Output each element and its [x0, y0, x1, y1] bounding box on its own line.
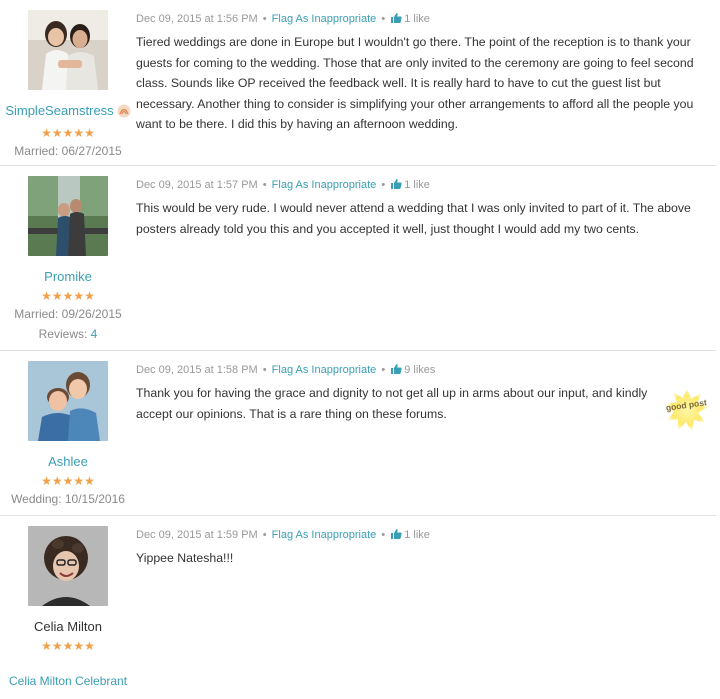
separator-dot: •	[381, 179, 386, 191]
avatar[interactable]	[28, 526, 108, 606]
married-date: Married: 06/27/2015	[14, 144, 122, 158]
like-count[interactable]: 1 like	[404, 179, 430, 191]
comment-post: Promike ★★★★★ Married: 09/26/2015 Review…	[0, 166, 716, 351]
comment-body: This would be very rude. I would never a…	[136, 201, 691, 236]
like-count[interactable]: 9 likes	[404, 364, 435, 376]
comment-content: Dec 09, 2015 at 1:58 PM • Flag As Inappr…	[136, 351, 716, 424]
star-rating: ★★★★★	[41, 289, 95, 303]
shamrock-badge-icon	[117, 104, 131, 122]
wedding-date: Wedding: 10/15/2016	[11, 492, 125, 506]
comment-body: Yippee Natesha!!!	[136, 551, 234, 565]
reviews-link[interactable]: 4	[91, 327, 98, 341]
comment-post: SimpleSeamstress ★★★★★ Married: 06/27/20…	[0, 0, 716, 166]
reviews-label: Reviews:	[38, 327, 91, 341]
comment-content: Dec 09, 2015 at 1:56 PM • Flag As Inappr…	[136, 0, 716, 135]
thumbs-up-icon[interactable]	[390, 178, 402, 194]
star-rating: ★★★★★	[41, 639, 95, 653]
avatar[interactable]	[28, 361, 108, 441]
thumbs-up-icon[interactable]	[390, 12, 402, 28]
comment-body: Tiered weddings are done in Europe but I…	[136, 35, 694, 131]
separator-dot: •	[262, 179, 267, 191]
flag-inappropriate-link[interactable]: Flag As Inappropriate	[272, 179, 377, 191]
username-link[interactable]: SimpleSeamstress	[0, 103, 136, 122]
post-date: Dec 09, 2015 at 1:57 PM	[136, 179, 258, 191]
separator-dot: •	[262, 13, 267, 25]
author-panel: Ashlee ★★★★★ Wedding: 10/15/2016	[0, 351, 136, 507]
comment-body: Thank you for having the grace and digni…	[136, 386, 648, 421]
flag-inappropriate-link[interactable]: Flag As Inappropriate	[272, 364, 377, 376]
comment-header: Dec 09, 2015 at 1:58 PM • Flag As Inappr…	[136, 363, 716, 379]
star-rating: ★★★★★	[41, 474, 95, 488]
comment-post: Ashlee ★★★★★ Wedding: 10/15/2016 Dec 09,…	[0, 351, 716, 516]
like-count[interactable]: 1 like	[404, 529, 430, 541]
avatar[interactable]	[28, 10, 108, 90]
reviews-count: Reviews: 4	[0, 327, 136, 342]
good-post-badge: good post	[664, 387, 710, 433]
separator-dot: •	[381, 529, 386, 541]
like-count[interactable]: 1 like	[404, 13, 430, 25]
author-panel: SimpleSeamstress ★★★★★ Married: 06/27/20…	[0, 0, 136, 159]
username-link[interactable]: Promike	[0, 269, 136, 285]
thumbs-up-icon[interactable]	[390, 528, 402, 544]
separator-dot: •	[381, 13, 386, 25]
separator-dot: •	[262, 364, 267, 376]
comment-header: Dec 09, 2015 at 1:57 PM • Flag As Inappr…	[136, 178, 716, 194]
flag-inappropriate-link[interactable]: Flag As Inappropriate	[272, 529, 377, 541]
username-text[interactable]: SimpleSeamstress	[5, 103, 113, 118]
username-text: Celia Milton	[34, 619, 102, 634]
separator-dot: •	[262, 529, 267, 541]
username-link[interactable]: Ashlee	[0, 454, 136, 470]
author-panel: Promike ★★★★★ Married: 09/26/2015 Review…	[0, 166, 136, 342]
comment-header: Dec 09, 2015 at 1:56 PM • Flag As Inappr…	[136, 12, 716, 28]
star-rating: ★★★★★	[41, 126, 95, 140]
comment-post: Celia Milton ★★★★★ Dec 09, 2015 at 1:59 …	[0, 516, 716, 699]
post-date: Dec 09, 2015 at 1:58 PM	[136, 364, 258, 376]
comment-thread: SimpleSeamstress ★★★★★ Married: 06/27/20…	[0, 0, 720, 699]
author-panel: Celia Milton ★★★★★	[0, 516, 136, 653]
comment-header: Dec 09, 2015 at 1:59 PM • Flag As Inappr…	[136, 528, 716, 544]
avatar[interactable]	[28, 176, 108, 256]
married-date: Married: 09/26/2015	[14, 307, 122, 321]
post-date: Dec 09, 2015 at 1:59 PM	[136, 529, 258, 541]
comment-content: Dec 09, 2015 at 1:57 PM • Flag As Inappr…	[136, 166, 716, 239]
vendor-profile-link[interactable]: Celia Milton Celebrant	[9, 674, 127, 688]
comment-content: Dec 09, 2015 at 1:59 PM • Flag As Inappr…	[136, 516, 716, 569]
post-date: Dec 09, 2015 at 1:56 PM	[136, 13, 258, 25]
flag-inappropriate-link[interactable]: Flag As Inappropriate	[272, 13, 377, 25]
thumbs-up-icon[interactable]	[390, 363, 402, 379]
separator-dot: •	[381, 364, 386, 376]
